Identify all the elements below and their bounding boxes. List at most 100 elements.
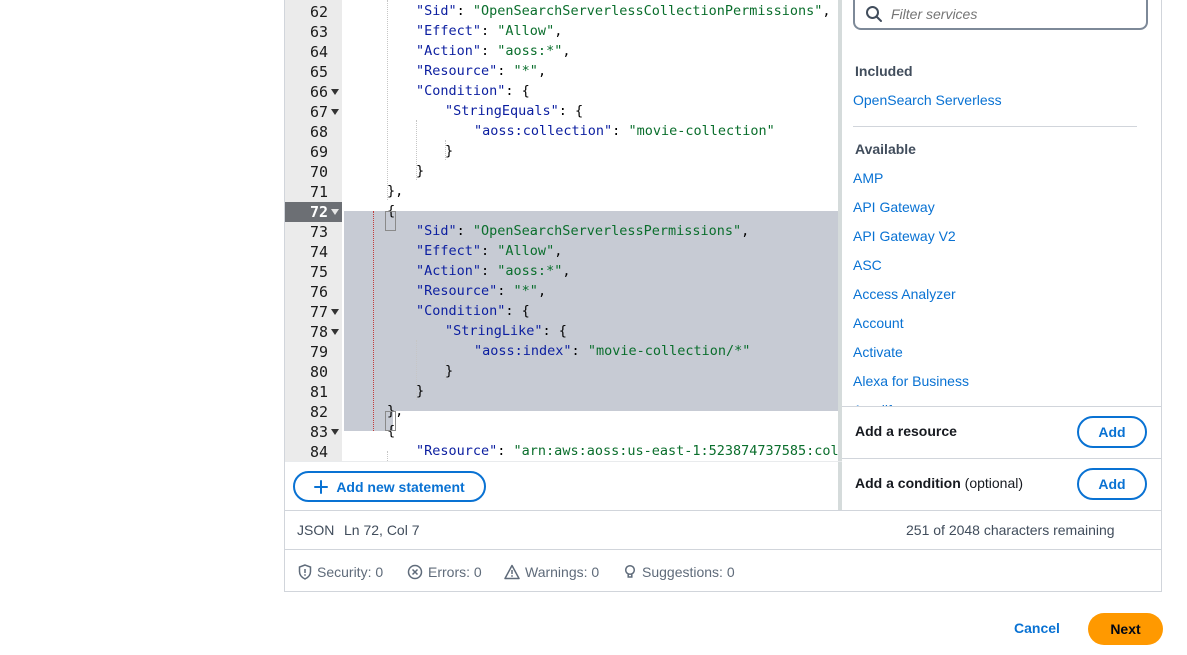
matching-bracket-highlight — [385, 211, 396, 231]
service-link[interactable]: AMP — [853, 170, 883, 186]
json-punctuation: : — [481, 263, 498, 279]
fold-toggle-icon[interactable] — [331, 329, 339, 335]
json-key: "Resource" — [416, 283, 498, 299]
code-line[interactable]: "Effect": "Allow", — [416, 21, 562, 41]
search-icon — [866, 6, 882, 22]
fold-toggle-icon[interactable] — [331, 429, 339, 435]
json-string: "aoss:*" — [497, 263, 563, 279]
code-line[interactable]: "aoss:collection": "movie-collection" — [474, 121, 775, 141]
json-punctuation: , — [822, 3, 831, 19]
included-heading: Included — [855, 63, 913, 79]
line-number: 73 — [285, 222, 342, 242]
code-line[interactable]: "Resource": "arn:aws:aoss:us-east-1:5238… — [416, 441, 838, 461]
code-line[interactable]: "aoss:index": "movie-collection/*" — [474, 341, 750, 361]
json-punctuation: }, — [387, 183, 404, 199]
service-link[interactable]: Activate — [853, 344, 903, 360]
matching-bracket-highlight — [385, 411, 396, 431]
service-link[interactable]: Alexa for Business — [853, 373, 969, 389]
json-key: "StringLike" — [445, 323, 543, 339]
cancel-button[interactable]: Cancel — [1014, 620, 1060, 636]
filter-services-input[interactable] — [891, 3, 1131, 25]
add-condition-button[interactable]: Add — [1077, 468, 1147, 500]
json-punctuation: : — [612, 123, 629, 139]
json-string: "arn:aws:aoss:us-east-1:523874737585:col… — [513, 443, 838, 459]
characters-remaining: 251 of 2048 characters remaining — [906, 522, 1115, 538]
code-line[interactable]: "StringEquals": { — [445, 101, 583, 121]
policy-json-editor[interactable]: 6162636465666768697071727374757677787980… — [285, 0, 838, 461]
fold-toggle-icon[interactable] — [331, 109, 339, 115]
code-line[interactable]: "Condition": { — [416, 81, 530, 101]
json-string: "*" — [513, 283, 538, 299]
suggestions-tab[interactable]: Suggestions: 0 — [623, 563, 735, 581]
code-line[interactable]: "Sid": "OpenSearchServerlessPermissions"… — [416, 221, 749, 241]
errors-tab[interactable]: Errors: 0 — [407, 563, 482, 581]
json-string: "OpenSearchServerlessPermissions" — [472, 223, 742, 239]
service-link[interactable]: API Gateway V2 — [853, 228, 956, 244]
code-line[interactable]: } — [445, 141, 453, 161]
json-string: "*" — [513, 63, 538, 79]
fold-toggle-icon[interactable] — [331, 309, 339, 315]
service-link[interactable]: Access Analyzer — [853, 286, 956, 302]
warnings-tab[interactable]: Warnings: 0 — [504, 563, 599, 581]
code-line[interactable]: } — [416, 381, 424, 401]
code-line[interactable]: } — [416, 161, 424, 181]
json-punctuation: : — [481, 23, 498, 39]
indent-guide — [387, 0, 388, 200]
line-number-text: 65 — [309, 63, 328, 81]
code-line[interactable]: "Action": "aoss:*", — [416, 41, 570, 61]
error-icon — [407, 564, 423, 580]
json-punctuation: , — [537, 63, 547, 79]
security-findings-tab[interactable]: Security: 0 — [298, 563, 383, 581]
line-number-text: 76 — [309, 283, 328, 301]
line-number: 81 — [285, 382, 342, 402]
code-line[interactable]: }, — [387, 181, 403, 201]
optional-tag: (optional) — [964, 475, 1024, 491]
json-string: "Allow" — [497, 243, 555, 259]
next-button[interactable]: Next — [1088, 613, 1163, 645]
warning-icon — [504, 564, 520, 580]
line-number-text: 66 — [309, 83, 328, 101]
json-key: "Effect" — [416, 243, 482, 259]
filter-services-field[interactable] — [853, 0, 1148, 30]
json-string: "OpenSearchServerlessCollectionPermissio… — [472, 3, 823, 19]
code-line[interactable]: "Resource": "*", — [416, 281, 546, 301]
add-resource-label: Add a resource — [855, 423, 957, 439]
divider — [842, 458, 1161, 459]
code-line[interactable]: "Resource": "*", — [416, 61, 546, 81]
line-number: 78 — [285, 322, 342, 342]
line-number-text: 78 — [309, 323, 328, 341]
code-line[interactable]: "Sid": "OpenSearchServerlessCollectionPe… — [416, 1, 831, 21]
add-new-statement-button[interactable]: Add new statement — [293, 471, 486, 502]
code-line[interactable]: "Action": "aoss:*", — [416, 261, 570, 281]
code-line[interactable]: { — [387, 0, 395, 1]
add-resource-button[interactable]: Add — [1077, 416, 1147, 448]
shield-icon — [298, 564, 312, 580]
json-punctuation: : — [481, 43, 498, 59]
language-indicator: JSON — [297, 522, 335, 538]
service-link-opensearch-serverless[interactable]: OpenSearch Serverless — [853, 92, 1002, 108]
code-line[interactable]: } — [445, 361, 453, 381]
divider — [285, 461, 842, 462]
service-link[interactable]: API Gateway — [853, 199, 935, 215]
json-punctuation: : — [497, 283, 514, 299]
line-number: 63 — [285, 22, 342, 42]
lightbulb-icon — [624, 564, 636, 578]
code-line[interactable]: "StringLike": { — [445, 321, 567, 341]
json-punctuation: : — [456, 223, 473, 239]
fold-toggle-icon[interactable] — [331, 89, 339, 95]
line-number-text: 72 — [309, 203, 328, 221]
json-string: "aoss:*" — [497, 43, 563, 59]
line-number-text: 82 — [309, 403, 328, 421]
service-link[interactable]: Account — [853, 315, 904, 331]
code-line[interactable]: "Effect": "Allow", — [416, 241, 562, 261]
fold-toggle-icon[interactable] — [331, 209, 339, 215]
line-number-text: 74 — [309, 243, 328, 261]
service-link[interactable]: ASC — [853, 257, 882, 273]
code-line[interactable]: "Condition": { — [416, 301, 530, 321]
line-number-text: 77 — [309, 303, 328, 321]
json-punctuation: : — [456, 3, 473, 19]
line-number-text: 80 — [309, 363, 328, 381]
line-number: 84 — [285, 442, 342, 461]
json-string: "movie-collection" — [628, 123, 775, 139]
json-punctuation: : — [497, 63, 514, 79]
